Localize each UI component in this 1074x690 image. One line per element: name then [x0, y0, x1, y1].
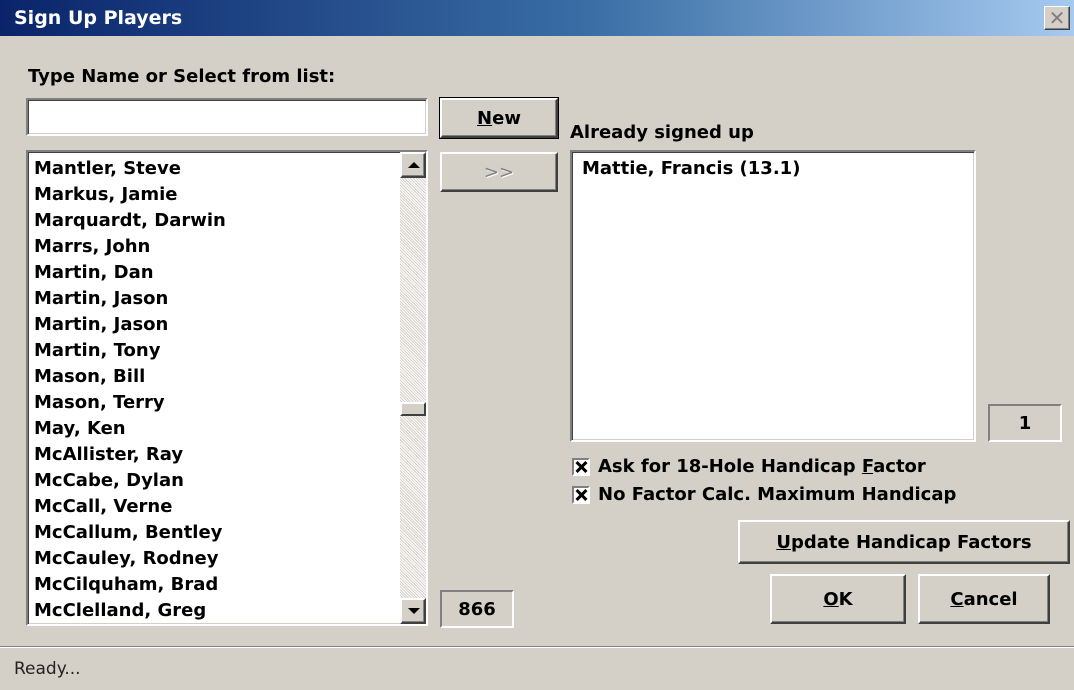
player-list-scrollbar[interactable]	[400, 152, 426, 624]
player-list-item[interactable]: Mason, Bill	[28, 364, 400, 390]
player-list-item[interactable]: McClelland, Greg	[28, 598, 400, 624]
scroll-thumb[interactable]	[400, 402, 426, 416]
status-bar: Ready...	[0, 646, 1074, 690]
window-title: Sign Up Players	[14, 7, 183, 29]
new-button[interactable]: New	[439, 97, 559, 139]
player-list-item[interactable]: McCauley, Rodney	[28, 546, 400, 572]
player-listbox[interactable]: Mantler, Steve Markus, Jamie Marquardt, Da…	[26, 150, 428, 626]
cancel-button-label: Cancel	[950, 588, 1018, 610]
player-list-item[interactable]: McCallum, Bentley	[28, 520, 400, 546]
new-button-label: New	[477, 107, 521, 129]
signed-up-list: Mattie, Francis (13.1)	[576, 156, 970, 182]
signed-up-count: 1	[988, 404, 1062, 442]
scroll-down-button[interactable]	[400, 598, 426, 624]
status-text: Ready...	[14, 659, 81, 679]
ok-button[interactable]: OK	[770, 574, 906, 624]
player-list-item[interactable]: McAllister, Ray	[28, 442, 400, 468]
signed-up-label: Already signed up	[570, 122, 754, 143]
prompt-label: Type Name or Select from list:	[28, 66, 336, 87]
player-list-item[interactable]: McCabe, Dylan	[28, 468, 400, 494]
player-count: 866	[440, 590, 514, 628]
signed-up-listbox[interactable]: Mattie, Francis (13.1)	[570, 150, 976, 442]
player-list-item[interactable]: McCall, Verne	[28, 494, 400, 520]
player-list-item[interactable]: McCilquham, Brad	[28, 572, 400, 598]
update-button-label: Update Handicap Factors	[776, 531, 1032, 553]
player-list-item[interactable]: Mantler, Steve	[28, 156, 400, 182]
title-bar: Sign Up Players ✕	[0, 0, 1074, 36]
scroll-up-button[interactable]	[400, 152, 426, 178]
arrow-down-icon	[408, 608, 420, 614]
ask-factor-checkbox-row[interactable]: Ask for 18-Hole Handicap Factor	[572, 456, 926, 477]
player-list-item[interactable]: Markus, Jamie	[28, 182, 400, 208]
update-handicap-factors-button[interactable]: Update Handicap Factors	[738, 520, 1070, 564]
close-button[interactable]: ✕	[1044, 6, 1070, 30]
add-player-button[interactable]: >>	[440, 152, 558, 192]
player-list-item[interactable]: Martin, Jason	[28, 286, 400, 312]
close-icon: ✕	[1048, 6, 1066, 30]
player-list-item[interactable]: Martin, Dan	[28, 260, 400, 286]
ask-factor-checkbox[interactable]	[572, 457, 590, 476]
ok-button-label: OK	[823, 588, 853, 610]
no-factor-checkbox[interactable]	[572, 485, 590, 504]
player-list-item[interactable]: Martin, Tony	[28, 338, 400, 364]
player-list-item[interactable]: Marquardt, Darwin	[28, 208, 400, 234]
player-list-item[interactable]: Martin, Jason	[28, 312, 400, 338]
name-input[interactable]	[26, 98, 428, 136]
no-factor-checkbox-row[interactable]: No Factor Calc. Maximum Handicap	[572, 484, 956, 505]
player-list-item[interactable]: Marrs, John	[28, 234, 400, 260]
arrow-up-icon	[408, 162, 420, 168]
player-list-item[interactable]: May, Ken	[28, 416, 400, 442]
player-list-item[interactable]: Mason, Terry	[28, 390, 400, 416]
ask-factor-label: Ask for 18-Hole Handicap Factor	[598, 456, 926, 477]
cancel-button[interactable]: Cancel	[918, 574, 1050, 624]
signed-up-list-item[interactable]: Mattie, Francis (13.1)	[576, 156, 970, 182]
player-list: Mantler, Steve Markus, Jamie Marquardt, Da…	[28, 156, 400, 624]
no-factor-label: No Factor Calc. Maximum Handicap	[598, 484, 957, 505]
